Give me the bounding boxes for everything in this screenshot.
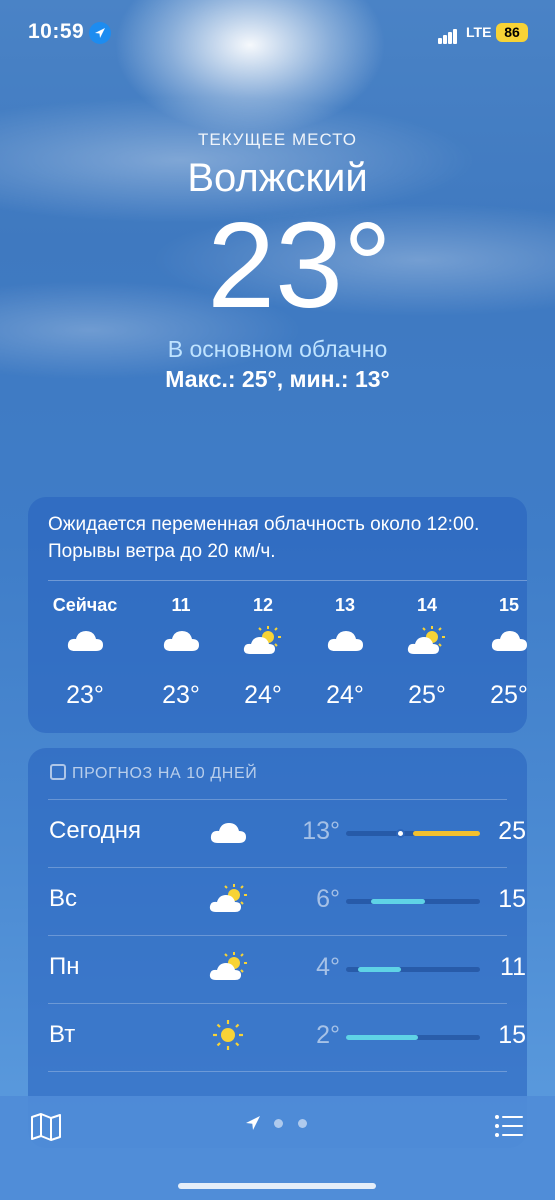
forecast-row[interactable]: Пн 4° 11° [48,935,527,1003]
page-dot [298,1119,307,1128]
forecast-day: Пн [49,953,80,980]
hour-label: 13 [334,595,356,615]
forecast-high: 25° [498,817,527,845]
divider [48,1071,507,1072]
hour-item: 11 23° [146,595,216,710]
forecast-low: 6° [316,885,340,913]
list-icon[interactable] [494,1114,524,1143]
forecast-low: 13° [302,817,340,845]
hour-item: 12 24° [228,595,298,710]
cellular-signal-icon [438,26,458,44]
location-arrow-icon [89,22,111,44]
hour-label: 12 [252,595,274,615]
forecast-low: 2° [316,1021,340,1049]
divider [48,799,507,800]
divider [48,935,507,936]
hour-label: Сейчас [52,595,118,615]
battery-indicator: 86 [496,23,528,42]
forecast-high: 11° [500,953,527,981]
divider [48,580,527,581]
location-page-icon [246,1116,260,1130]
forecast-day: Вс [49,885,78,912]
temperature-range-fill [346,1035,419,1040]
hour-label: 14 [416,595,438,615]
forecast-low: 4° [316,953,340,981]
high-low-temperature: Макс.: 25°, мин.: 13° [165,366,390,392]
temperature-range-fill [413,831,480,836]
status-time: 10:59 [28,20,85,43]
forecast-high: 15° [498,885,527,913]
ten-day-forecast-card[interactable]: ПРОГНОЗ НА 10 ДНЕЙ Сегодня 13° 25° Вс 6°… [28,748,527,1148]
temperature-range-fill [358,967,401,972]
cloud-icon [146,625,216,681]
map-icon[interactable] [30,1112,62,1147]
hour-temp: 23° [66,681,104,709]
forecast-row[interactable]: Сегодня 13° 25° [48,799,527,867]
current-temperature: 23° [207,197,392,333]
forecast-row[interactable]: Вс 6° 15° [48,867,527,935]
partly-sunny-icon [228,625,298,681]
forecast-day: Вт [49,1021,76,1048]
calendar-icon [50,764,66,780]
temperature-range-bar [346,967,480,972]
temperature-range-bar [346,1035,480,1040]
hour-item: Сейчас 23° [50,595,120,710]
cloud-icon [310,625,380,681]
page-dot [274,1119,283,1128]
current-temp-marker [396,829,405,838]
partly-sunny-icon [208,945,258,991]
forecast-high: 15° [498,1021,527,1049]
hour-label: 11 [171,595,191,615]
sun-icon [208,1013,258,1059]
hourly-summary: Ожидается переменная облачность около 12… [48,514,480,562]
hour-item: 15 25° [474,595,527,710]
status-bar: 10:59 LTE 86 [0,0,555,62]
ten-day-header: ПРОГНОЗ НА 10 ДНЕЙ [50,764,257,783]
current-condition: В основном облачно [167,336,388,362]
cloud-icon [208,809,258,855]
ten-day-title: ПРОГНОЗ НА 10 ДНЕЙ [72,765,258,782]
temperature-range-fill [371,899,426,904]
hourly-forecast-card[interactable]: Ожидается переменная облачность около 12… [28,497,527,733]
forecast-day: Сегодня [49,817,141,844]
hour-label: 15 [498,595,520,615]
temperature-range-bar [346,899,480,904]
city-name: Волжский [187,156,368,200]
home-indicator[interactable] [178,1183,376,1189]
forecast-row[interactable]: Вт 2° 15° [48,1003,527,1071]
hour-temp: 24° [326,681,364,709]
hour-item: 14 25° [392,595,462,710]
partly-sunny-icon [208,877,258,923]
hour-item: 13 24° [310,595,380,710]
cloud-icon [474,625,527,681]
bottom-toolbar [0,1096,555,1200]
hour-temp: 25° [408,681,446,709]
hour-temp: 23° [162,681,200,709]
network-type: LTE [466,24,492,40]
temperature-range-bar [346,829,480,838]
location-subtitle: ТЕКУЩЕЕ МЕСТО [197,130,357,149]
hour-temp: 24° [244,681,282,709]
partly-sunny-icon [392,625,462,681]
cloud-icon [50,625,120,681]
divider [48,1003,507,1004]
hour-temp: 25° [490,681,527,709]
divider [48,867,507,868]
